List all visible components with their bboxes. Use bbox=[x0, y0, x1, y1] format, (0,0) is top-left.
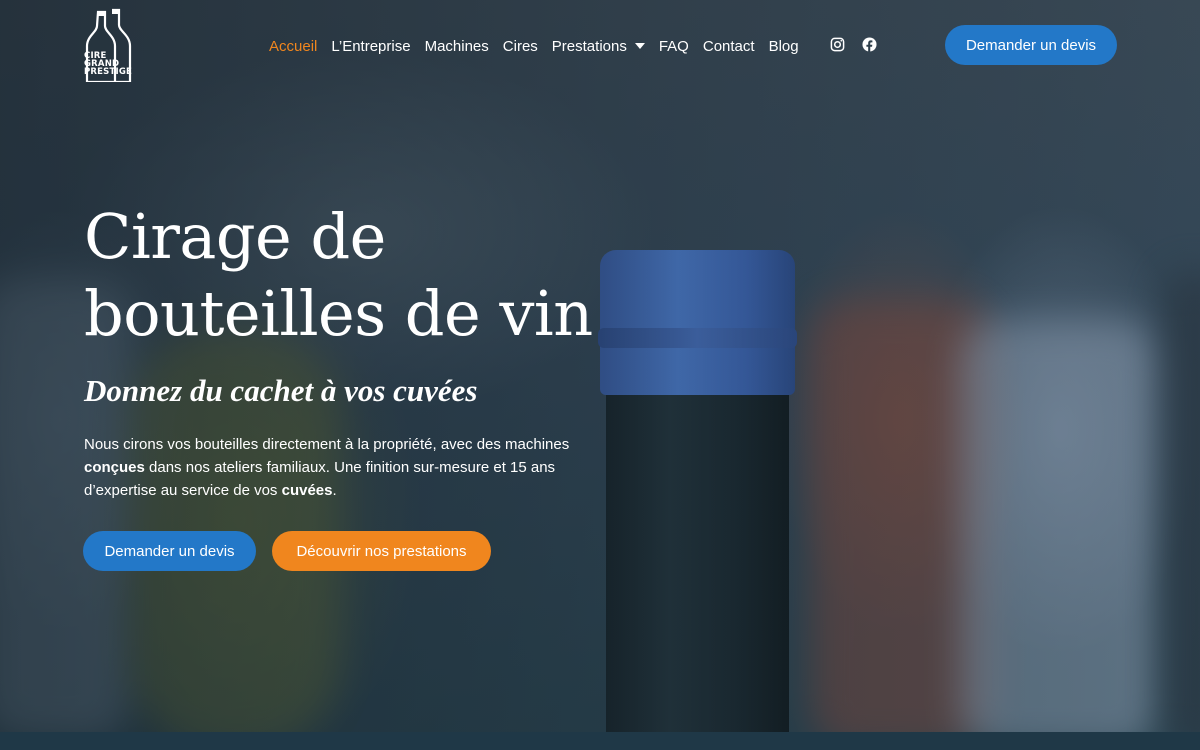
hero-title: Cirage de bouteilles de vin bbox=[84, 198, 704, 352]
desc-text: Nous cirons vos bouteilles directement à… bbox=[84, 436, 570, 453]
nav-item-accueil[interactable]: Accueil bbox=[269, 38, 317, 55]
hero-title-line2: bouteilles de vin bbox=[84, 277, 593, 350]
instagram-icon[interactable] bbox=[830, 37, 845, 52]
nav-item-entreprise[interactable]: L’Entreprise bbox=[331, 38, 410, 55]
nav-item-prestations[interactable]: Prestations bbox=[552, 38, 645, 55]
nav-item-cires[interactable]: Cires bbox=[503, 38, 538, 55]
site-header: CIRE GRAND PRESTIGE Accueil L’Entreprise… bbox=[0, 0, 1200, 90]
hero-description: Nous cirons vos bouteilles directement à… bbox=[84, 433, 624, 502]
chevron-down-icon[interactable] bbox=[634, 42, 645, 49]
nav-item-faq[interactable]: FAQ bbox=[659, 38, 689, 55]
facebook-icon[interactable] bbox=[862, 37, 877, 52]
nav-item-contact[interactable]: Contact bbox=[703, 38, 755, 55]
hero-title-line1: Cirage de bbox=[84, 200, 386, 273]
hero-quote-button[interactable]: Demander un devis bbox=[83, 531, 256, 571]
desc-text: . bbox=[332, 482, 337, 499]
nav-item-blog[interactable]: Blog bbox=[769, 38, 799, 55]
nav-item-prestations-label: Prestations bbox=[551, 37, 627, 55]
hero-services-button[interactable]: Découvrir nos prestations bbox=[272, 531, 491, 571]
logo-wordmark: CIRE GRAND PRESTIGE bbox=[84, 52, 144, 77]
nav-item-machines[interactable]: Machines bbox=[425, 38, 489, 55]
logo-line: PRESTIGE bbox=[84, 67, 133, 77]
header-quote-button[interactable]: Demander un devis bbox=[945, 25, 1117, 65]
hero-subtitle: Donnez du cachet à vos cuvées bbox=[84, 373, 478, 408]
desc-bold: cuvées bbox=[281, 482, 333, 499]
next-section-edge bbox=[0, 732, 1200, 750]
main-nav: Accueil L’Entreprise Machines Cires Pres… bbox=[269, 36, 813, 56]
desc-bold: conçues bbox=[84, 459, 145, 476]
